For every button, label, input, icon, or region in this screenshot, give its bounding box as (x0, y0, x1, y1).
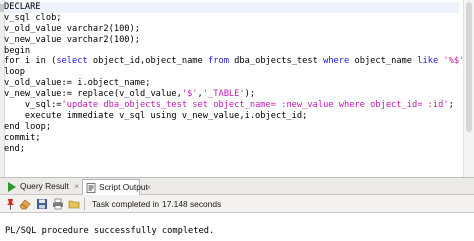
code-token: ; (448, 100, 454, 111)
editor-vertical-scrollbar[interactable] (463, 0, 474, 177)
open-file-icon[interactable] (68, 198, 80, 210)
sql-string: '$' (181, 89, 198, 100)
code-token: DECLARE (4, 2, 41, 12)
tab-query-result-label: Query Result (20, 181, 69, 191)
sql-string: 'update dba_objects_test set object_name… (61, 100, 449, 111)
play-icon (8, 182, 16, 192)
code-token: v_sql:= (4, 100, 62, 111)
close-icon[interactable]: × (146, 180, 151, 195)
code-line[interactable]: end loop; (4, 122, 459, 133)
tab-script-output-label: Script Output (99, 182, 148, 192)
code-line[interactable]: v_new_value:= replace(v_old_value,'$','_… (4, 89, 459, 100)
scrollbar-thumb[interactable] (466, 2, 472, 132)
sql-keyword: select (56, 56, 88, 67)
code-token: loop (4, 67, 25, 78)
code-token: object_id,object_name (87, 56, 209, 67)
code-line[interactable]: v_sql:='update dba_objects_test set obje… (4, 100, 459, 111)
close-icon[interactable]: × (74, 179, 79, 194)
code-token: begin (4, 45, 31, 56)
code-line[interactable]: execute immediate v_sql using v_new_valu… (4, 111, 459, 122)
code-line[interactable]: v_old_value varchar2(100); (4, 24, 459, 35)
save-icon[interactable] (36, 198, 48, 210)
tab-query-result[interactable]: Query Result × (4, 179, 81, 195)
code-line[interactable]: v_sql clob; (4, 13, 459, 24)
sql-editor[interactable]: DECLARE v_sql clob; v_old_value varchar2(1… (0, 0, 474, 177)
output-toolbar: Task completed in 17.148 seconds (0, 195, 474, 213)
task-status: Task completed in 17.148 seconds (92, 196, 221, 212)
code-token: execute immediate v_sql using v_new_valu… (4, 110, 308, 121)
eraser-icon[interactable] (19, 198, 31, 210)
code-token: object_name (349, 56, 418, 67)
code-area[interactable]: DECLARE v_sql clob; v_old_value varchar2(1… (4, 2, 470, 155)
code-line[interactable]: v_old_value:= i.object_name; (4, 78, 459, 89)
code-token: commit; (4, 132, 41, 143)
code-line[interactable]: v_new_value varchar2(100); (4, 35, 459, 46)
code-token: ); (244, 89, 256, 100)
code-token: end; (4, 143, 25, 154)
code-line[interactable]: commit; (4, 133, 459, 144)
sql-keyword: like (417, 56, 439, 67)
script-output-pane[interactable]: PL/SQL procedure successfully completed. (0, 214, 474, 241)
code-token: v_new_value varchar2(100); (4, 34, 140, 45)
toolbar-separator (84, 198, 85, 210)
code-token: for i in ( (4, 56, 57, 67)
code-line[interactable]: for i in (select object_id,object_name f… (4, 56, 470, 67)
sql-keyword: where (323, 56, 350, 67)
code-token: v_new_value:= replace(v_old_value, (4, 89, 182, 100)
pin-icon[interactable] (4, 198, 16, 210)
status-prefix: Task completed in (92, 199, 160, 209)
output-tab-strip: Query Result × Script Output × (0, 177, 474, 195)
code-token: dba_objects_test (228, 56, 324, 67)
code-token: v_old_value varchar2(100); (4, 23, 140, 34)
sql-string: '_TABLE' (202, 89, 245, 100)
code-line[interactable]: DECLARE (4, 2, 459, 13)
sql-keyword: from (208, 56, 229, 67)
code-line[interactable]: end; (4, 144, 459, 155)
output-message: PL/SQL procedure successfully completed. (5, 226, 215, 236)
sql-string: '%$' (443, 56, 465, 67)
code-token: end loop; (4, 121, 52, 132)
code-token: v_sql clob; (4, 12, 62, 23)
script-icon (86, 183, 96, 193)
code-line[interactable]: begin (4, 46, 459, 57)
print-icon[interactable] (52, 198, 64, 210)
code-token: v_old_value:= i.object_name; (4, 78, 151, 89)
tab-script-output[interactable]: Script Output × (82, 179, 151, 195)
status-time: 17.148 seconds (162, 199, 222, 209)
code-line[interactable]: loop (4, 67, 459, 78)
